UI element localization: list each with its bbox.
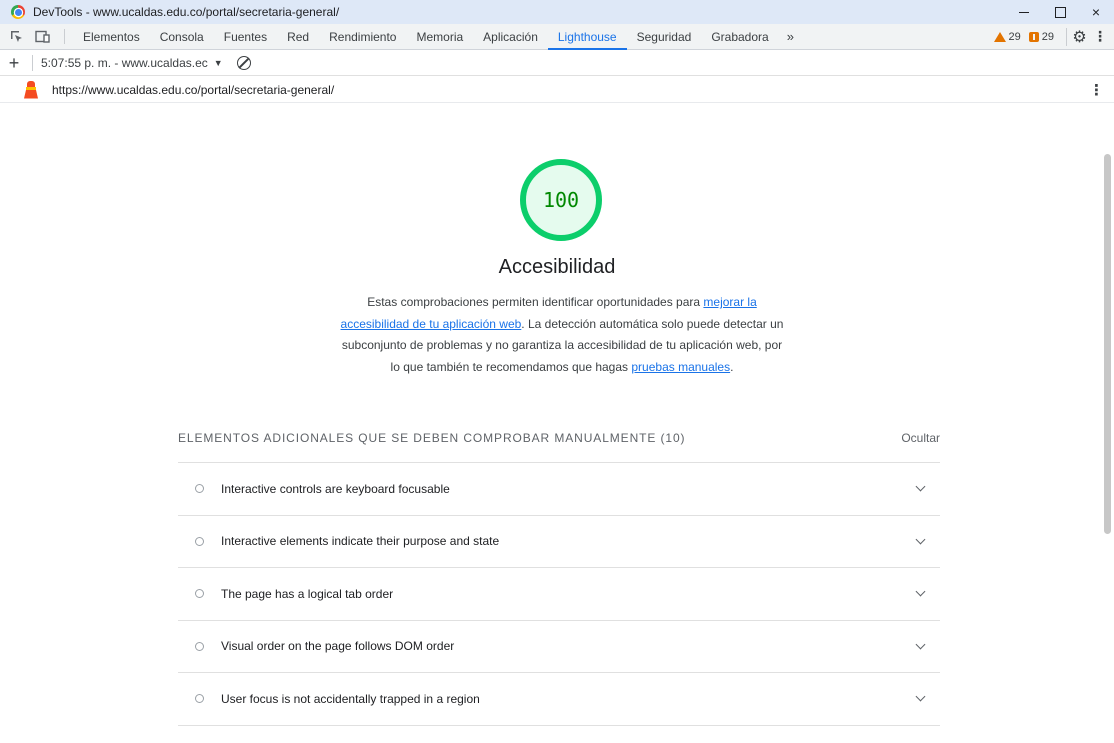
tab-elementos[interactable]: Elementos [73, 24, 150, 49]
chevron-down-icon[interactable] [915, 481, 926, 492]
minimize-button[interactable] [1006, 0, 1042, 24]
device-toggle-icon[interactable] [30, 24, 56, 49]
report-scrollbar[interactable] [1102, 104, 1114, 743]
toolbar-divider [64, 29, 65, 44]
category-description: Estas comprobaciones permiten identifica… [336, 292, 788, 378]
description-text: Estas comprobaciones permiten identifica… [367, 295, 704, 309]
tab-seguridad[interactable]: Seguridad [627, 24, 702, 49]
tab-consola[interactable]: Consola [150, 24, 214, 49]
devtools-tab-bar: Elementos Consola Fuentes Red Rendimiento Mem… [0, 24, 1114, 50]
clear-reports-icon[interactable] [236, 55, 251, 70]
window-title-bar: DevTools - www.ucaldas.edu.co/portal/sec… [0, 0, 1114, 24]
manual-audit-circle-icon [195, 484, 204, 494]
warnings-count[interactable]: 29 [1009, 31, 1021, 43]
window-controls: × [1006, 0, 1114, 24]
audit-title: Visual order on the page follows DOM ord… [221, 639, 455, 654]
audit-row[interactable]: Visual order on the page follows DOM ord… [178, 621, 940, 673]
maximize-button[interactable] [1042, 0, 1078, 24]
chevron-down-icon[interactable] [915, 691, 926, 702]
report-toolbar: + 5:07:55 p. m. - www.ucaldas.ec ▼ [0, 50, 1114, 76]
score-value: 100 [542, 188, 580, 212]
manual-testing-link[interactable]: pruebas manuales [631, 360, 730, 374]
window-title: DevTools - www.ucaldas.edu.co/portal/sec… [33, 5, 340, 19]
manual-audits-list: Interactive controls are keyboard focusa… [178, 462, 940, 726]
manual-audit-circle-icon [195, 694, 204, 704]
hide-toggle-button[interactable]: Ocultar [901, 431, 940, 445]
scrollbar-thumb[interactable] [1104, 154, 1111, 534]
manual-audits-title: ELEMENTOS ADICIONALES QUE SE DEBEN COMPR… [178, 431, 686, 445]
more-tabs-button[interactable]: » [779, 24, 802, 49]
warning-icon[interactable] [993, 31, 1006, 42]
chevron-down-icon[interactable] [915, 586, 926, 597]
audit-row[interactable]: User focus is not accidentally trapped i… [178, 673, 940, 726]
new-report-button[interactable]: + [0, 50, 28, 76]
inspect-icon[interactable] [4, 24, 30, 49]
tab-fuentes[interactable]: Fuentes [214, 24, 277, 49]
chevron-down-icon[interactable] [915, 639, 926, 650]
audit-title: Interactive controls are keyboard focusa… [221, 481, 450, 496]
tab-memoria[interactable]: Memoria [406, 24, 473, 49]
audit-row[interactable]: The page has a logical tab order [178, 568, 940, 621]
score-gauge[interactable]: 100 [519, 158, 603, 242]
tab-grabadora[interactable]: Grabadora [701, 24, 778, 49]
audit-row[interactable]: Interactive controls are keyboard focusa… [178, 463, 940, 516]
category-title: Accesibilidad [498, 256, 616, 278]
manual-audit-circle-icon [195, 536, 204, 546]
description-text: . [730, 359, 734, 374]
tabbar-status: 29 29 ⚙ ⋮ [993, 24, 1114, 49]
report-selector-label: 5:07:55 p. m. - www.ucaldas.ec [41, 55, 208, 70]
kebab-icon[interactable]: ⋮ [1092, 28, 1108, 45]
audit-row[interactable]: Interactive elements indicate their purp… [178, 516, 940, 568]
report-menu-kebab-icon[interactable]: ⋮ [1089, 81, 1104, 99]
report-url-bar: https://www.ucaldas.edu.co/portal/secret… [0, 77, 1114, 103]
manual-audit-circle-icon [195, 641, 204, 651]
report-url[interactable]: https://www.ucaldas.edu.co/portal/secret… [52, 83, 334, 97]
chevron-down-icon[interactable] [915, 534, 926, 545]
audit-title: The page has a logical tab order [221, 586, 394, 601]
caret-down-icon: ▼ [213, 57, 223, 68]
issues-count[interactable]: 29 [1042, 31, 1054, 43]
issues-icon[interactable] [1028, 31, 1039, 42]
tab-rendimiento[interactable]: Rendimiento [319, 24, 406, 49]
tab-lighthouse[interactable]: Lighthouse [547, 24, 627, 50]
audit-title: User focus is not accidentally trapped i… [221, 691, 480, 706]
panel-tabs: Elementos Consola Fuentes Red Rendimiento Mem… [73, 24, 779, 50]
manual-audits-header: ELEMENTOS ADICIONALES QUE SE DEBEN COMPR… [178, 428, 940, 448]
chrome-logo-icon [11, 5, 25, 19]
tab-aplicaci-n[interactable]: Aplicación [473, 24, 548, 49]
manual-audit-circle-icon [195, 589, 204, 599]
close-button[interactable]: × [1078, 0, 1114, 24]
audit-title: Interactive elements indicate their purp… [221, 534, 500, 549]
toolbar-divider [32, 54, 33, 71]
tab-red[interactable]: Red [277, 24, 319, 49]
gear-icon[interactable]: ⚙ [1066, 27, 1092, 46]
lighthouse-icon [24, 80, 38, 99]
report-selector[interactable]: 5:07:55 p. m. - www.ucaldas.ec ▼ [41, 56, 223, 70]
